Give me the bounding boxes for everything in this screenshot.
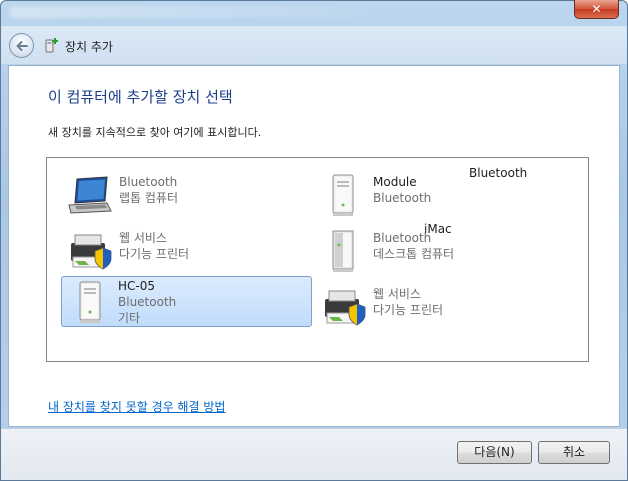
device-line1: Module [373,175,417,189]
device-line1: 웹 서비스 [119,231,167,245]
add-device-icon [45,38,58,53]
device-line1: 웹 서비스 [373,287,421,301]
wizard-footer [1,428,627,480]
device-list[interactable]: Bluetooth 랩톱 컴퓨터 Module Bluetooth 웹 서비스 … [46,157,589,362]
cancel-button[interactable]: 취소 [538,441,610,464]
device-line1: HC-05 [118,279,156,293]
titlebar-breadcrumb-blur [10,6,370,18]
device-line2: Bluetooth [118,295,177,309]
page-subtext: 새 장치를 지속적으로 찾아 여기에 표시합니다. [48,126,262,139]
printer-icon [71,234,112,270]
wizard-title: 장치 추가 [65,40,113,54]
device-line3: 기타 [118,311,141,325]
device-item-printer-2[interactable]: 웹 서비스 다기능 프린터 [317,282,557,332]
imac-label: iMac [424,222,452,236]
device-item-printer-1[interactable]: 웹 서비스 다기능 프린터 [63,226,303,276]
next-button[interactable]: 다음(N) [457,441,532,464]
bluetooth-label: Bluetooth [469,166,528,180]
device-line2: 다기능 프린터 [119,247,190,261]
printer-icon [325,290,366,326]
close-button[interactable]: ✕ [574,0,619,19]
imac-icon [332,230,354,272]
tower-pc-icon [332,174,354,216]
tower-pc-icon [79,281,101,323]
device-line1: Bluetooth [119,175,178,189]
device-line2: 데스크톱 컴퓨터 [373,247,455,261]
device-line2: 랩톱 컴퓨터 [119,191,179,205]
device-line2: 다기능 프린터 [373,303,444,317]
page-heading: 이 컴퓨터에 추가할 장치 선택 [48,88,233,106]
back-arrow-icon [16,40,28,51]
device-item-hc05[interactable]: HC-05 Bluetooth 기타 [61,276,312,327]
troubleshoot-link[interactable]: 내 장치를 찾지 못할 경우 해결 방법 [48,398,225,415]
laptop-icon [68,176,112,214]
back-button[interactable] [9,33,34,58]
device-item-laptop[interactable]: Bluetooth 랩톱 컴퓨터 [63,170,303,220]
device-line2: Bluetooth [373,191,432,205]
